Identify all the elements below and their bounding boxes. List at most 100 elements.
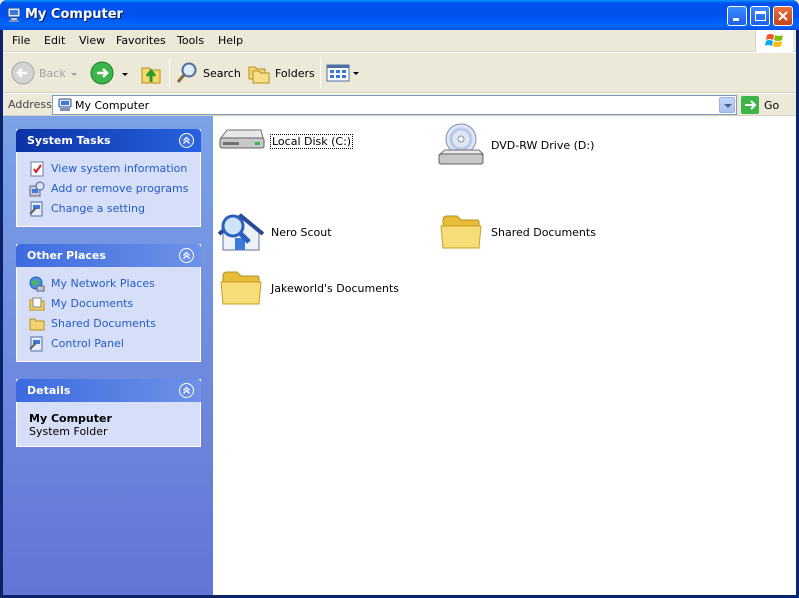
- collapse-chevron-icon[interactable]: [179, 133, 194, 148]
- go-arrow-icon: [741, 96, 759, 114]
- details-panel: Details My Computer System Folder: [16, 379, 201, 447]
- forward-button[interactable]: [90, 59, 114, 87]
- forward-dropdown-icon[interactable]: [122, 73, 128, 76]
- details-name: My Computer: [29, 412, 112, 425]
- up-folder-button[interactable]: [139, 59, 163, 87]
- menu-favorites[interactable]: Favorites: [116, 34, 166, 47]
- minimize-icon: [733, 18, 739, 21]
- toolbar-separator: [169, 58, 170, 88]
- folders-label: Folders: [275, 66, 315, 80]
- back-button[interactable]: Back: [11, 59, 66, 87]
- folder-icon: [29, 318, 45, 331]
- system-tasks-header[interactable]: System Tasks: [16, 129, 201, 152]
- task-change-a-setting[interactable]: Change a setting: [17, 200, 200, 220]
- control-panel-icon: [29, 201, 43, 217]
- item-label: DVD-RW Drive (D:): [491, 138, 595, 152]
- control-panel-icon: [29, 336, 43, 352]
- views-dropdown-icon[interactable]: [353, 72, 359, 75]
- my-documents-icon: [29, 297, 45, 311]
- system-tasks-panel: System Tasks View system information Add…: [16, 129, 201, 227]
- go-label: Go: [764, 98, 780, 112]
- nero-scout-icon: [217, 213, 265, 251]
- explorer-window: My Computer File Edit View Favorites Too…: [0, 0, 799, 598]
- system-info-icon: [30, 161, 44, 177]
- hard-disk-icon: [219, 129, 265, 149]
- views-icon: [326, 64, 350, 82]
- details-title: Details: [27, 384, 71, 397]
- menu-edit[interactable]: Edit: [44, 34, 65, 47]
- back-dropdown-icon[interactable]: [71, 73, 77, 76]
- details-type: System Folder: [29, 425, 108, 438]
- address-input[interactable]: My Computer: [52, 95, 737, 115]
- place-shared-documents[interactable]: Shared Documents: [17, 315, 200, 335]
- title-bar[interactable]: My Computer: [0, 0, 799, 30]
- collapse-chevron-icon[interactable]: [179, 248, 194, 263]
- place-label: Shared Documents: [51, 317, 156, 330]
- dvd-drive-icon: [438, 123, 485, 165]
- folder-icon: [440, 215, 482, 249]
- other-places-header[interactable]: Other Places: [16, 244, 201, 267]
- nero-scout[interactable]: Nero Scout: [217, 210, 332, 254]
- network-places-icon: [29, 276, 45, 292]
- search-icon: [176, 62, 197, 83]
- back-label: Back: [39, 66, 66, 80]
- maximize-icon: [755, 11, 766, 21]
- drive-dvd-rw-d[interactable]: DVD-RW Drive (D:): [437, 122, 594, 168]
- window-client: File Edit View Favorites Tools Help Back…: [3, 30, 796, 595]
- item-label: Local Disk (C:): [269, 133, 354, 149]
- forward-arrow-icon: [90, 61, 114, 85]
- search-label: Search: [203, 66, 241, 80]
- search-button[interactable]: Search: [175, 59, 241, 87]
- menu-view[interactable]: View: [79, 34, 105, 47]
- task-pane: System Tasks View system information Add…: [3, 116, 213, 595]
- windows-flag-icon: [765, 34, 783, 47]
- file-view: Local Disk (C:) DVD-RW Drive (D:) Nero S…: [213, 116, 796, 595]
- my-computer-icon: [7, 7, 21, 22]
- other-places-panel: Other Places My Network Places My Docume…: [16, 244, 201, 362]
- collapse-chevron-icon[interactable]: [179, 383, 194, 398]
- folders-button[interactable]: Folders: [247, 59, 315, 87]
- menu-tools[interactable]: Tools: [177, 34, 204, 47]
- my-computer-icon: [58, 98, 72, 111]
- close-icon: [778, 11, 788, 21]
- other-places-title: Other Places: [27, 249, 106, 262]
- system-tasks-title: System Tasks: [27, 134, 111, 147]
- toolbar-separator: [320, 58, 321, 88]
- menu-bar: File Edit View Favorites Tools Help: [3, 30, 796, 52]
- place-label: My Network Places: [51, 277, 155, 290]
- folder-shared-documents[interactable]: Shared Documents: [437, 210, 596, 254]
- up-folder-icon: [141, 67, 161, 84]
- place-control-panel[interactable]: Control Panel: [17, 335, 200, 355]
- views-button[interactable]: [326, 59, 350, 87]
- task-label: Add or remove programs: [51, 182, 189, 195]
- address-value: My Computer: [75, 99, 150, 112]
- address-bar: Address My Computer Go: [3, 94, 796, 116]
- place-my-network-places[interactable]: My Network Places: [17, 275, 200, 295]
- drive-local-disk-c[interactable]: Local Disk (C:): [217, 126, 354, 156]
- place-my-documents[interactable]: My Documents: [17, 295, 200, 315]
- go-button[interactable]: Go: [741, 95, 791, 115]
- details-header[interactable]: Details: [16, 379, 201, 402]
- task-view-system-information[interactable]: View system information: [17, 160, 200, 180]
- windows-logo: [755, 30, 793, 52]
- place-label: My Documents: [51, 297, 134, 310]
- task-add-remove-programs[interactable]: Add or remove programs: [17, 180, 200, 200]
- add-remove-programs-icon: [29, 181, 45, 197]
- item-label: Nero Scout: [271, 225, 332, 239]
- window-title: My Computer: [25, 7, 123, 22]
- menu-help[interactable]: Help: [218, 34, 243, 47]
- minimize-button[interactable]: [727, 6, 747, 26]
- folder-icon: [220, 271, 262, 305]
- task-label: Change a setting: [51, 202, 145, 215]
- item-label: Jakeworld's Documents: [271, 281, 399, 295]
- item-label: Shared Documents: [491, 225, 596, 239]
- task-label: View system information: [51, 162, 188, 175]
- folder-jakeworlds-documents[interactable]: Jakeworld's Documents: [217, 266, 399, 310]
- menu-file[interactable]: File: [12, 34, 30, 47]
- back-arrow-icon: [11, 61, 35, 85]
- maximize-button[interactable]: [750, 6, 770, 26]
- close-button[interactable]: [773, 6, 793, 26]
- address-dropdown-button[interactable]: [719, 97, 735, 113]
- folders-icon: [248, 66, 270, 84]
- address-label: Address: [8, 98, 52, 111]
